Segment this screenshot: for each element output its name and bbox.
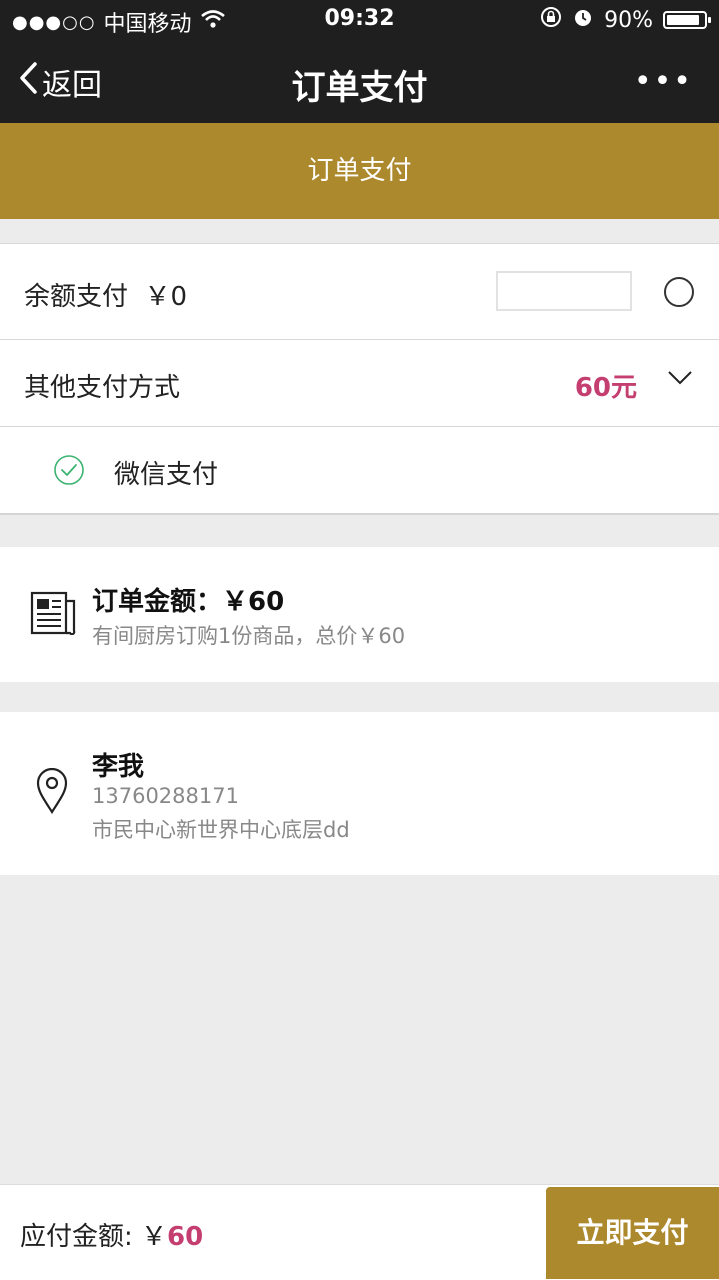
amount-due-label: 应付金额: ￥ xyxy=(20,1222,168,1252)
delivery-address-card[interactable]: 李我 13760288171 市民中心新世界中心底层dd xyxy=(0,712,719,875)
order-amount-title: 订单金额：￥60 xyxy=(92,581,284,618)
section-banner: 订单支付 xyxy=(0,123,719,219)
rotation-lock-icon xyxy=(540,6,562,34)
check-circle-icon xyxy=(53,454,85,490)
balance-amount: ￥0 xyxy=(144,282,188,312)
chevron-down-icon[interactable] xyxy=(667,370,693,390)
order-summary-card: 订单金额：￥60 有间厨房订购1份商品，总价￥60 xyxy=(0,547,719,682)
other-payment-amount: 60元 xyxy=(574,373,637,403)
battery-icon xyxy=(663,11,711,29)
wechat-pay-label: 微信支付 xyxy=(114,460,219,490)
order-amount-label: 订单金额： xyxy=(92,587,223,617)
alarm-icon xyxy=(572,6,594,34)
wechat-pay-option[interactable]: 微信支付 xyxy=(0,427,719,515)
order-description: 有间厨房订购1份商品，总价￥60 xyxy=(92,624,406,648)
balance-radio-button[interactable] xyxy=(664,277,694,307)
battery-fill xyxy=(667,15,699,25)
page-title: 订单支付 xyxy=(291,68,428,108)
balance-amount-input[interactable] xyxy=(496,271,632,311)
nav-bar: 返回 订单支付 ••• xyxy=(0,40,719,123)
order-amount-value: ￥60 xyxy=(222,587,285,617)
amount-due: 应付金额: ￥60 xyxy=(20,1216,203,1253)
battery-percent: 90% xyxy=(604,7,653,33)
status-bar: ●●●○○ 中国移动 09:32 90% xyxy=(0,0,719,40)
recipient-name: 李我 xyxy=(92,752,145,782)
status-right: 90% xyxy=(540,6,711,34)
recipient-address: 市民中心新世界中心底层dd xyxy=(92,818,350,842)
balance-payment-label: 余额支付 ￥0 xyxy=(24,282,188,312)
other-payment-row[interactable]: 其他支付方式 60元 xyxy=(0,340,719,427)
amount-due-value: 60 xyxy=(167,1222,204,1252)
location-pin-icon xyxy=(36,767,68,818)
balance-payment-row[interactable]: 余额支付 ￥0 xyxy=(0,243,719,340)
recipient-phone: 13760288171 xyxy=(92,784,239,808)
receipt-icon xyxy=(30,591,76,639)
other-payment-label: 其他支付方式 xyxy=(24,373,181,403)
checkout-bar: 应付金额: ￥60 立即支付 xyxy=(0,1184,719,1280)
more-options-button[interactable]: ••• xyxy=(634,64,693,99)
pay-now-button[interactable]: 立即支付 xyxy=(546,1187,719,1279)
